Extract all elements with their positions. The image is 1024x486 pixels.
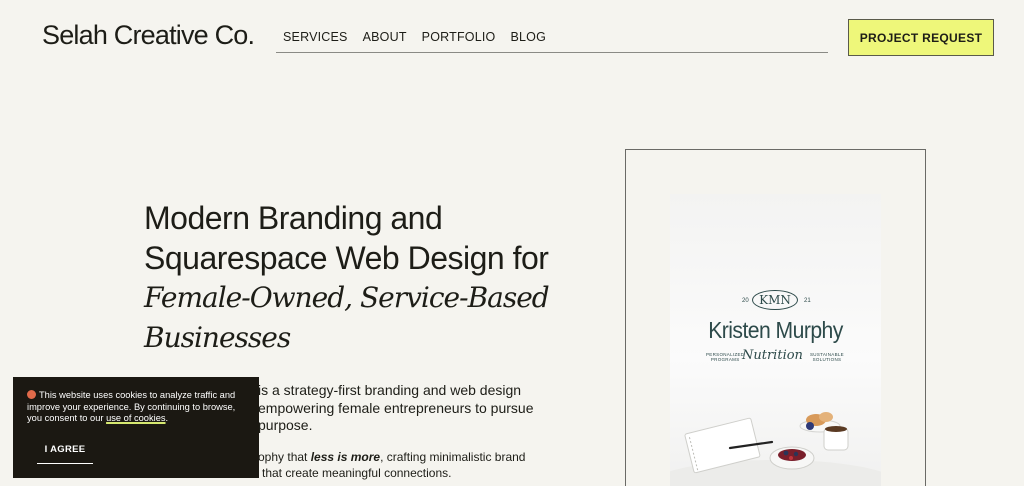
- cookie-policy-link[interactable]: use of cookies: [106, 413, 165, 423]
- year-right: 21: [804, 298, 811, 304]
- cookie-banner: This website uses cookies to analyze tra…: [13, 377, 259, 478]
- year-left: 20: [742, 298, 749, 304]
- philosophy-start: ophy that: [258, 450, 311, 464]
- hero-line-1: Modern Branding and: [144, 200, 443, 236]
- hero-heading: Modern Branding and Squarespace Web Desi…: [144, 198, 594, 358]
- main-nav: SERVICES ABOUT PORTFOLIO BLOG: [276, 30, 828, 53]
- hero-line-2: Squarespace Web Design for: [144, 240, 549, 276]
- nav-portfolio[interactable]: PORTFOLIO: [422, 30, 496, 52]
- hero-italic-line-2: Businesses: [144, 321, 291, 354]
- client-script: Nutrition: [742, 348, 803, 363]
- breakfast-illustration: [670, 412, 881, 486]
- kmn-monogram: KMN: [752, 290, 798, 310]
- cookie-period: .: [165, 413, 169, 423]
- cookie-icon: [27, 390, 36, 399]
- tag-right: SUSTAINABLE SOLUTIONS: [810, 352, 844, 362]
- cookie-message: This website uses cookies to analyze tra…: [27, 390, 247, 425]
- portfolio-image[interactable]: 20 KMN 21 Kristen Murphy PERSONALIZED PR…: [670, 194, 881, 486]
- tag-left: PERSONALIZED PROGRAMS: [706, 352, 745, 362]
- nav-blog[interactable]: BLOG: [510, 30, 546, 52]
- cookie-agree-button[interactable]: I AGREE: [37, 444, 93, 464]
- project-request-button[interactable]: PROJECT REQUEST: [848, 19, 994, 56]
- hero-italic-line-1: Female-Owned, Service-Based: [144, 281, 550, 314]
- philosophy-rest: , crafting minimalistic brand: [380, 450, 526, 464]
- client-name: Kristen Murphy: [708, 317, 843, 343]
- nav-services[interactable]: SERVICES: [283, 30, 348, 52]
- philosophy-emphasis: less is more: [310, 450, 381, 464]
- site-logo[interactable]: Selah Creative Co.: [42, 20, 255, 51]
- nav-about[interactable]: ABOUT: [363, 30, 407, 52]
